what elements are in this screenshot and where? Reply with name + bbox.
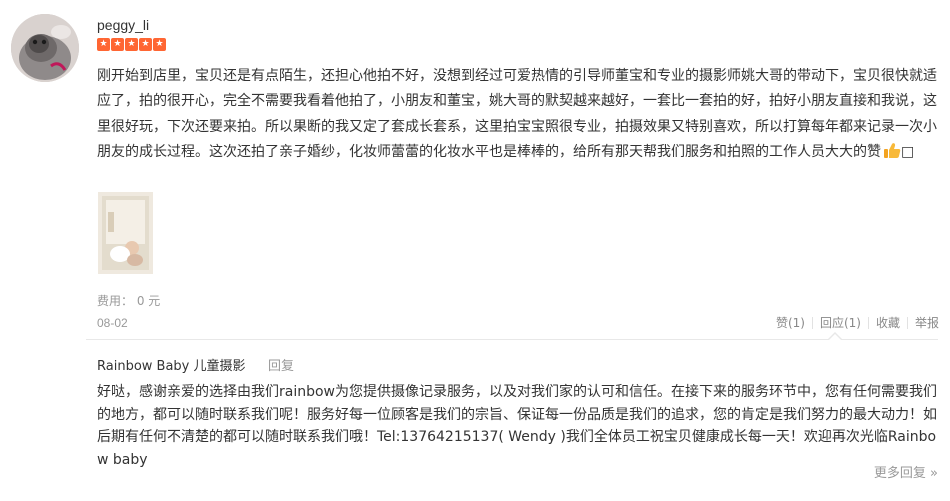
review-photo-thumbnail[interactable]: [98, 192, 153, 274]
review-body: 刚开始到店里，宝贝还是有点陌生，还担心他拍不好，没想到经过可爱热情的引导师董宝和…: [97, 64, 937, 169]
star-icon: ★: [125, 38, 138, 51]
divider: [811, 316, 813, 329]
divider: [867, 316, 869, 329]
avatar-image: [11, 14, 79, 82]
thumbs-up-icon: [883, 142, 901, 168]
merchant-reply-text: 好哒，感谢亲爱的选择由我们rainbow为您提供摄像记录服务，以及对我们家的认可…: [97, 384, 937, 468]
review-text: 刚开始到店里，宝贝还是有点陌生，还担心他拍不好，没想到经过可爱热情的引导师董宝和…: [97, 68, 937, 161]
favorite-button[interactable]: 收藏: [876, 314, 900, 331]
star-icon: ★: [111, 38, 124, 51]
reply-caret-inner: [829, 334, 841, 340]
review-username[interactable]: peggy_li: [97, 17, 149, 33]
like-button[interactable]: 赞(1): [776, 314, 805, 331]
reply-count-button[interactable]: 回应(1): [820, 314, 861, 331]
star-icon: ★: [139, 38, 152, 51]
reply-link[interactable]: 回复: [268, 355, 294, 374]
review-actions: 赞(1) 回应(1) 收藏 举报: [776, 314, 939, 331]
rating-stars: ★ ★ ★ ★ ★: [97, 38, 166, 52]
star-icon: ★: [153, 38, 166, 51]
report-button[interactable]: 举报: [915, 314, 939, 331]
divider: [906, 316, 908, 329]
review-cost: 费用： 0 元: [97, 294, 161, 308]
photo-image: [98, 192, 153, 274]
star-icon: ★: [97, 38, 110, 51]
user-avatar[interactable]: [11, 14, 79, 82]
emoji-placeholder-glyph: □: [901, 144, 915, 161]
more-replies-link[interactable]: 更多回复 »: [874, 462, 938, 481]
merchant-name: Rainbow Baby 儿童摄影: [97, 359, 246, 374]
review-date: 08-02: [97, 316, 128, 330]
